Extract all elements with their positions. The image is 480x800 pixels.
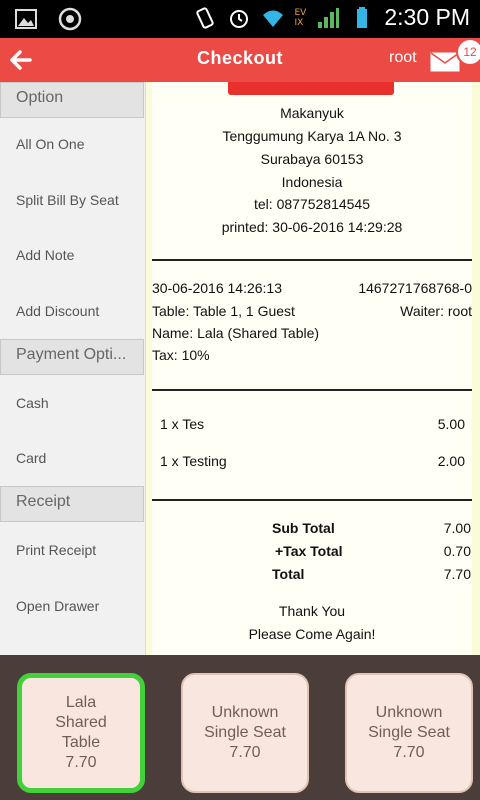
order-waiter: Waiter: root bbox=[400, 303, 472, 319]
seat-amount: 7.70 bbox=[393, 744, 425, 761]
sidebar-item-split-bill-by-seat[interactable]: Split Bill By Seat bbox=[16, 192, 144, 208]
sidebar-item-add-discount[interactable]: Add Discount bbox=[16, 303, 144, 319]
store-name: Makanyuk bbox=[280, 105, 344, 121]
order-id: 1467271768768-0 bbox=[358, 280, 472, 296]
total-label: Total bbox=[272, 566, 305, 582]
chrome-icon bbox=[58, 7, 82, 31]
sidebar-item-add-note[interactable]: Add Note bbox=[16, 247, 144, 263]
seat-line1: Unknown bbox=[375, 704, 443, 721]
sidebar-item-all-on-one[interactable]: All On One bbox=[16, 136, 144, 152]
sidebar: Option All On One Split Bill By Seat Add… bbox=[0, 82, 146, 655]
mail-count-badge: 12 bbox=[456, 38, 480, 66]
order-table: Table: Table 1, 1 Guest bbox=[152, 303, 295, 319]
wifi-icon bbox=[262, 10, 283, 27]
line-item-amount: 2.00 bbox=[437, 453, 465, 469]
seat-button-unknown-2[interactable]: Unknown Single Seat 7.70 bbox=[345, 673, 473, 793]
tax-total-value: 0.70 bbox=[443, 543, 471, 559]
seat-line2: Single Seat bbox=[368, 724, 450, 741]
seat-button-unknown-1[interactable]: Unknown Single Seat 7.70 bbox=[181, 673, 309, 793]
network-label-2: IX bbox=[294, 17, 304, 28]
thank-you-text: Thank You bbox=[278, 603, 346, 619]
line-item-desc: 1 x Testing bbox=[160, 453, 227, 469]
order-name: Name: Lala (Shared Table) bbox=[152, 325, 320, 341]
receipt-top-tab bbox=[228, 82, 394, 95]
printed-time: printed: 30-06-2016 14:29:28 bbox=[221, 219, 403, 235]
signal-icon bbox=[318, 7, 340, 28]
come-again-text: Please Come Again! bbox=[248, 626, 376, 642]
order-tax: Tax: 10% bbox=[152, 347, 210, 363]
order-datetime: 30-06-2016 14:26:13 bbox=[152, 280, 282, 296]
seat-line2: Single Seat bbox=[204, 724, 286, 741]
user-name: root bbox=[389, 49, 417, 66]
receipt-edge-left bbox=[146, 82, 152, 655]
store-country: Indonesia bbox=[281, 174, 343, 190]
receipt-divider-3 bbox=[152, 499, 472, 501]
network-label-1: EV bbox=[294, 7, 307, 18]
seat-amount: 7.70 bbox=[229, 744, 261, 761]
total-value: 7.70 bbox=[443, 566, 471, 582]
subtotal-label: Sub Total bbox=[272, 520, 335, 536]
receipt-edge-right bbox=[472, 82, 480, 655]
seat-amount: 7.70 bbox=[65, 754, 97, 771]
line-item-desc: 1 x Tes bbox=[160, 416, 205, 432]
store-address-1: Tenggumung Karya 1A No. 3 bbox=[222, 128, 402, 144]
sidebar-header-receipt: Receipt bbox=[0, 486, 144, 522]
battery-icon bbox=[357, 6, 368, 28]
gallery-icon bbox=[15, 9, 37, 29]
subtotal-value: 7.00 bbox=[443, 520, 471, 536]
receipt-divider-2 bbox=[152, 389, 472, 391]
store-address-2: Surabaya 60153 bbox=[260, 151, 364, 167]
vibrate-icon bbox=[195, 6, 214, 29]
sidebar-item-cash[interactable]: Cash bbox=[16, 395, 144, 411]
status-left-icons bbox=[14, 7, 82, 31]
status-bar: EV IX 2:30 PM bbox=[0, 0, 480, 38]
sidebar-item-open-drawer[interactable]: Open Drawer bbox=[16, 598, 144, 614]
receipt-panel bbox=[146, 82, 480, 655]
status-right-icons: EV IX 2:30 PM bbox=[193, 4, 470, 31]
network-indicator: EV IX bbox=[295, 8, 307, 28]
status-time: 2:30 PM bbox=[384, 4, 470, 30]
line-item-amount: 5.00 bbox=[437, 416, 465, 432]
receipt-divider-1 bbox=[152, 259, 472, 261]
store-tel: tel: 087752814545 bbox=[254, 196, 370, 212]
tax-total-label: +Tax Total bbox=[275, 543, 343, 559]
seat-line3: Table bbox=[61, 734, 101, 751]
seat-line2: Shared bbox=[55, 714, 107, 731]
sidebar-header-payment: Payment Opti... bbox=[0, 339, 144, 375]
sidebar-item-print-receipt[interactable]: Print Receipt bbox=[16, 542, 144, 558]
sidebar-item-card[interactable]: Card bbox=[16, 450, 144, 466]
seat-line1: Lala bbox=[65, 694, 97, 711]
action-bar: Checkout root bbox=[0, 38, 480, 82]
sidebar-header-option: Option bbox=[0, 82, 144, 118]
seat-button-lala[interactable]: Lala Shared Table 7.70 bbox=[17, 673, 145, 793]
alarm-icon bbox=[229, 9, 248, 28]
seat-line1: Unknown bbox=[211, 704, 279, 721]
